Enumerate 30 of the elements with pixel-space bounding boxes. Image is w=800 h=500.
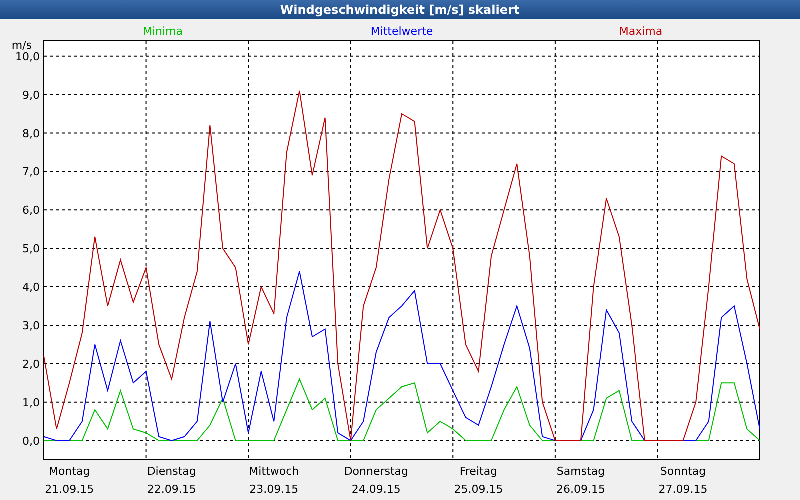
axis-tick-label: 7,0 [22,166,40,179]
day-label: Donnerstag [344,465,409,478]
axis-tick-label: 0,0 [22,434,40,448]
date-label: 23.09.15 [250,483,299,496]
axis-tick-label: 1,0 [22,396,40,410]
day-label: Sonntag [660,465,706,478]
axis-tick-label: 6,0 [22,204,40,218]
legend-label: Maxima [619,25,663,38]
day-label: Samstag [556,465,606,478]
date-label: 26.09.15 [556,483,606,496]
date-label: 25.09.15 [454,483,504,496]
day-label: Mittwoch [249,465,300,478]
date-label: 24.09.15 [352,483,401,496]
legend-label: Mittelwerte [370,25,434,38]
date-label: 27.09.15 [658,483,708,496]
axis-tick-label: 5,0 [22,242,40,256]
day-label: Montag [48,465,90,478]
day-label: Freitag [460,465,498,478]
axis-tick-label: 3,0 [22,319,40,332]
axis-tick-label: 8,0 [22,127,40,140]
day-label: Dienstag [147,465,196,478]
axis-tick-label: 4,0 [22,281,40,294]
axis-tick-label: 2,0 [22,358,40,371]
date-label: 22.09.15 [147,483,196,496]
date-label: 21.09.15 [45,483,94,496]
legend-label: Minima [142,25,184,38]
axis-unit-label: m/s [12,39,32,52]
axis-tick-label: 10,0 [16,50,40,64]
axis-tick-label: 9,0 [22,88,40,102]
chart-title: Windgeschwindigkeit [m/s] skaliert [0,0,800,19]
